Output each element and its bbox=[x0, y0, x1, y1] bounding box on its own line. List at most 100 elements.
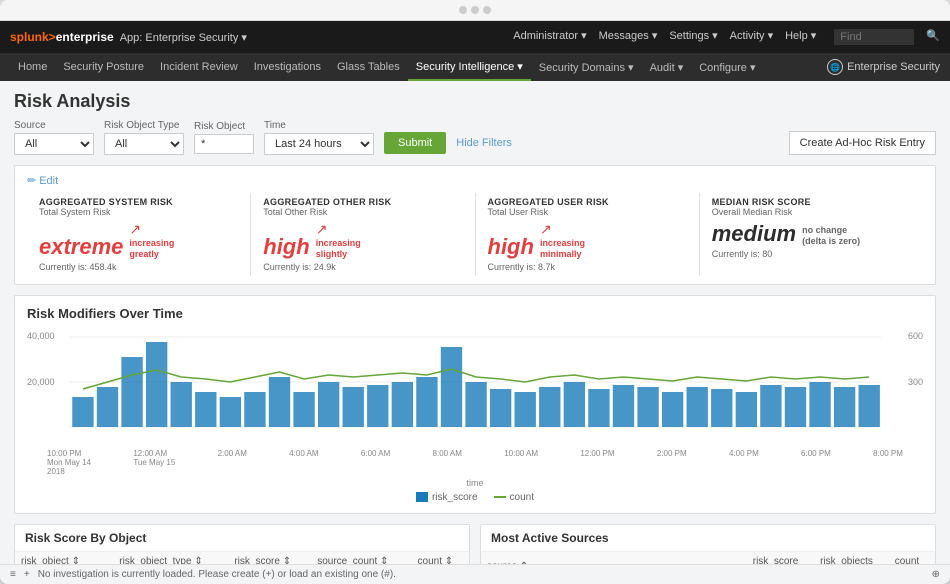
x-label-6: 10:00 AM bbox=[504, 449, 538, 476]
trend-text-other: increasingslightly bbox=[316, 238, 361, 260]
globe-icon: 🌐 bbox=[827, 59, 843, 75]
risk-current-other: Currently is: 24.9k bbox=[263, 262, 462, 272]
page-title: Risk Analysis bbox=[14, 91, 936, 112]
nav-incident-review[interactable]: Incident Review bbox=[152, 53, 246, 81]
top-nav-items: Administrator ▾ Messages ▾ Settings ▾ Ac… bbox=[513, 29, 940, 45]
nav-investigations[interactable]: Investigations bbox=[246, 53, 329, 81]
nav-audit[interactable]: Audit ▾ bbox=[642, 53, 692, 81]
risk-current-user: Currently is: 8.7k bbox=[488, 262, 687, 272]
top-navbar: splunk>enterprise App: Enterprise Securi… bbox=[0, 21, 950, 53]
enterprise-security-logo: 🌐 Enterprise Security bbox=[827, 59, 940, 75]
risk-object-label: Risk Object bbox=[194, 121, 254, 132]
time-select[interactable]: Last 24 hours bbox=[264, 133, 374, 155]
legend-risk-score: risk_score bbox=[416, 492, 478, 503]
risk-item-system-title: AGGREGATED SYSTEM RISK bbox=[39, 197, 238, 207]
filters-bar: Source All Risk Object Type All Risk Obj… bbox=[14, 120, 936, 155]
x-label-7: 12:00 PM bbox=[580, 449, 614, 476]
trend-arrow-up-other-icon: ↗ bbox=[316, 221, 361, 238]
create-adhoc-button[interactable]: Create Ad-Hoc Risk Entry bbox=[789, 131, 936, 155]
y-max-left: 40,000 bbox=[27, 331, 55, 341]
browser-frame: splunk>enterprise App: Enterprise Securi… bbox=[0, 0, 950, 584]
nav-security-intelligence[interactable]: Security Intelligence ▾ bbox=[408, 53, 531, 81]
chart-legend: risk_score count bbox=[27, 492, 923, 503]
x-label-11: 8:00 PM bbox=[873, 449, 903, 476]
y-max-right: 600 bbox=[908, 331, 923, 341]
x-label-10: 6:00 PM bbox=[801, 449, 831, 476]
browser-dot-green bbox=[483, 6, 491, 14]
nav-settings[interactable]: Settings ▾ bbox=[669, 29, 717, 45]
col-source[interactable]: source ⇕ bbox=[481, 552, 747, 564]
risk-item-other-row: high ↗ increasingslightly bbox=[263, 221, 462, 260]
risk-value-high-user: high bbox=[488, 234, 534, 260]
risk-value-medium: medium bbox=[712, 221, 796, 247]
risk-item-system: AGGREGATED SYSTEM RISK Total System Risk… bbox=[27, 193, 251, 276]
risk-item-user-title: AGGREGATED USER RISK bbox=[488, 197, 687, 207]
hide-filters-link[interactable]: Hide Filters bbox=[456, 137, 512, 149]
menu-icon[interactable]: ≡ bbox=[10, 569, 16, 580]
col-source-risk-objects[interactable]: risk_objects ⇕ bbox=[814, 552, 889, 564]
source-label: Source bbox=[14, 120, 94, 131]
trend-arrow-up-user-icon: ↗ bbox=[540, 221, 585, 238]
app-container: splunk>enterprise App: Enterprise Securi… bbox=[0, 21, 950, 584]
splunk-logo: splunk>enterprise bbox=[10, 30, 114, 44]
nav-security-posture[interactable]: Security Posture bbox=[55, 53, 152, 81]
x-label-4: 6:00 AM bbox=[361, 449, 390, 476]
risk-item-system-row: extreme ↗ increasinggreatly bbox=[39, 221, 238, 260]
y-mid-right: 300 bbox=[908, 377, 923, 387]
x-label-8: 2:00 PM bbox=[657, 449, 687, 476]
risk-value-extreme: extreme bbox=[39, 234, 123, 260]
browser-top-bar bbox=[0, 0, 950, 21]
bottom-section: Risk Score By Object risk_object ⇕ risk_… bbox=[14, 524, 936, 564]
col-source-count[interactable]: count ⇕ bbox=[889, 552, 935, 564]
col-source-risk-score[interactable]: risk_score ⇕ bbox=[747, 552, 814, 564]
col-risk-object-type[interactable]: risk_object_type ⇕ bbox=[113, 552, 228, 564]
risk-item-other-subtitle: Total Other Risk bbox=[263, 207, 462, 217]
x-label-5: 8:00 AM bbox=[433, 449, 462, 476]
edit-link[interactable]: ✏ Edit bbox=[27, 174, 923, 187]
nav-messages[interactable]: Messages ▾ bbox=[599, 29, 658, 45]
risk-summary-panel: ✏ Edit AGGREGATED SYSTEM RISK Total Syst… bbox=[14, 165, 936, 285]
nav-help[interactable]: Help ▾ bbox=[785, 29, 816, 45]
nav-configure[interactable]: Configure ▾ bbox=[691, 53, 763, 81]
risk-object-input[interactable] bbox=[194, 134, 254, 154]
trend-text-system: increasinggreatly bbox=[129, 238, 174, 260]
sources-table-header-row: source ⇕ risk_score ⇕ risk_objects ⇕ cou… bbox=[481, 552, 935, 564]
risk-table-header-row: risk_object ⇕ risk_object_type ⇕ risk_sc… bbox=[15, 552, 469, 564]
chart-section: Risk Modifiers Over Time 40,000 20,000 6… bbox=[14, 295, 936, 514]
trend-text-user: increasingminimally bbox=[540, 238, 585, 260]
legend-risk-score-color bbox=[416, 492, 428, 502]
secondary-navbar: Home Security Posture Incident Review In… bbox=[0, 53, 950, 81]
nav-administrator[interactable]: Administrator ▾ bbox=[513, 29, 586, 45]
source-select[interactable]: All bbox=[14, 133, 94, 155]
legend-risk-score-label: risk_score bbox=[432, 492, 478, 503]
risk-by-object-table: risk_object ⇕ risk_object_type ⇕ risk_sc… bbox=[15, 552, 469, 564]
nav-security-domains[interactable]: Security Domains ▾ bbox=[531, 53, 642, 81]
col-risk-object[interactable]: risk_object ⇕ bbox=[15, 552, 113, 564]
chart-title: Risk Modifiers Over Time bbox=[27, 306, 923, 321]
col-source-count[interactable]: source_count ⇕ bbox=[311, 552, 411, 564]
x-labels: 10:00 PMMon May 142018 12:00 AMTue May 1… bbox=[37, 449, 913, 476]
app-name[interactable]: App: Enterprise Security ▾ bbox=[120, 31, 247, 44]
risk-items-container: AGGREGATED SYSTEM RISK Total System Risk… bbox=[27, 193, 923, 276]
risk-object-type-select[interactable]: All bbox=[104, 133, 184, 155]
col-risk-score[interactable]: risk_score ⇕ bbox=[228, 552, 311, 564]
time-filter-group: Time Last 24 hours bbox=[264, 120, 374, 155]
nav-home[interactable]: Home bbox=[10, 53, 55, 81]
risk-item-median-subtitle: Overall Median Risk bbox=[712, 207, 911, 217]
most-active-sources-title: Most Active Sources bbox=[481, 525, 935, 552]
submit-button[interactable]: Submit bbox=[384, 132, 446, 154]
nav-activity[interactable]: Activity ▾ bbox=[730, 29, 773, 45]
risk-trend-user: ↗ increasingminimally bbox=[540, 221, 585, 260]
risk-trend-other: ↗ increasingslightly bbox=[316, 221, 361, 260]
risk-item-user: AGGREGATED USER RISK Total User Risk hig… bbox=[476, 193, 700, 276]
add-investigation-icon[interactable]: + bbox=[24, 569, 30, 580]
find-input[interactable] bbox=[834, 29, 914, 45]
col-count[interactable]: count ⇕ bbox=[412, 552, 469, 564]
x-label-3: 4:00 AM bbox=[289, 449, 318, 476]
source-filter-group: Source All bbox=[14, 120, 94, 155]
nav-glass-tables[interactable]: Glass Tables bbox=[329, 53, 408, 81]
search-icon: 🔍 bbox=[926, 29, 940, 45]
risk-current-median: Currently is: 80 bbox=[712, 249, 911, 259]
time-label: Time bbox=[264, 120, 374, 131]
status-right-icon[interactable]: ⊕ bbox=[932, 569, 940, 580]
